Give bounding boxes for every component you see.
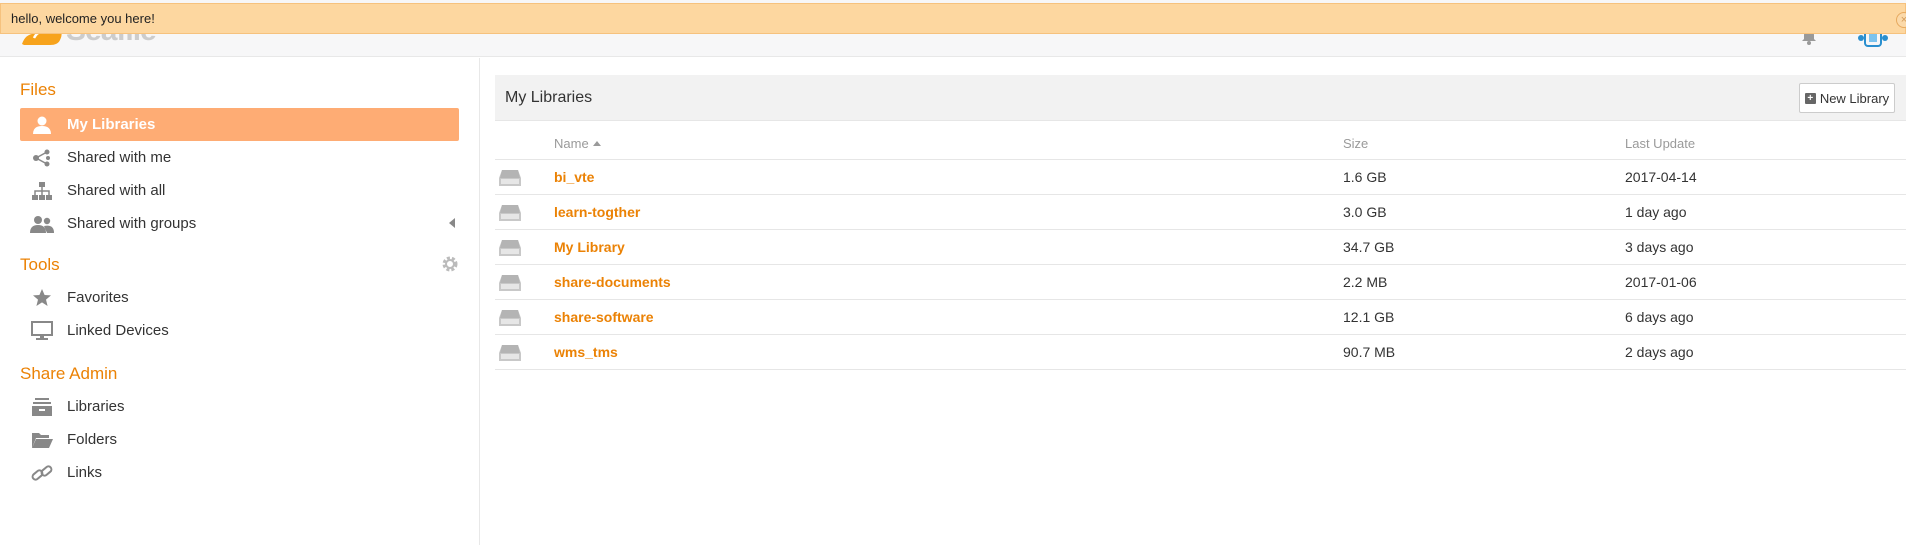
library-icon	[499, 205, 521, 221]
sidebar-item-links[interactable]: Links	[20, 456, 459, 489]
library-size: 2.2 MB	[1343, 274, 1388, 290]
library-icon	[499, 240, 521, 256]
library-name-link[interactable]: My Library	[554, 239, 625, 255]
table-row[interactable]: wms_tms 90.7 MB 2 days ago	[495, 335, 1906, 370]
sidebar-item-label: Libraries	[67, 398, 125, 415]
monitor-icon	[28, 320, 56, 342]
sidebar-item-label: My Libraries	[67, 116, 156, 133]
library-icon	[499, 310, 521, 326]
sidebar: Files My Libraries Shared with me Shared…	[0, 58, 480, 545]
library-name-link[interactable]: bi_vte	[554, 169, 594, 185]
welcome-notice: hello, welcome you here! ×	[0, 3, 1906, 34]
table-row[interactable]: bi_vte 1.6 GB 2017-04-14	[495, 160, 1906, 195]
library-icon	[499, 275, 521, 291]
sort-ascending-icon	[592, 141, 601, 146]
library-last-update: 2017-01-06	[1625, 274, 1697, 290]
column-header-last-update: Last Update	[1625, 136, 1696, 151]
sidebar-item-label: Linked Devices	[67, 322, 169, 339]
library-icon	[499, 345, 521, 361]
sidebar-item-linked-devices[interactable]: Linked Devices	[20, 314, 459, 347]
sidebar-item-my-libraries[interactable]: My Libraries	[20, 108, 459, 141]
notice-text: hello, welcome you here!	[11, 11, 155, 26]
library-last-update: 6 days ago	[1625, 309, 1694, 325]
sidebar-heading-share-admin: Share Admin	[20, 364, 118, 383]
library-name-link[interactable]: share-documents	[554, 274, 671, 290]
sidebar-item-label: Shared with all	[67, 182, 166, 199]
sidebar-item-label: Shared with me	[67, 149, 172, 166]
star-icon	[28, 287, 56, 309]
library-last-update: 1 day ago	[1625, 204, 1687, 220]
library-size: 90.7 MB	[1343, 344, 1396, 360]
table-row[interactable]: share-documents 2.2 MB 2017-01-06	[495, 265, 1906, 300]
sidebar-item-libraries[interactable]: Libraries	[20, 390, 459, 423]
library-last-update: 3 days ago	[1625, 239, 1694, 255]
library-name-link[interactable]: wms_tms	[554, 344, 618, 360]
sidebar-item-shared-with-all[interactable]: Shared with all	[20, 174, 459, 207]
plus-icon: +	[1804, 92, 1816, 104]
gear-icon[interactable]	[441, 255, 459, 273]
link-icon	[28, 462, 56, 484]
share-icon	[28, 147, 56, 169]
sidebar-item-label: Folders	[67, 431, 118, 448]
sidebar-item-label: Links	[67, 464, 103, 481]
libraries-header: My Libraries + New Library	[495, 75, 1906, 121]
table-row[interactable]: My Library 34.7 GB 3 days ago	[495, 230, 1906, 265]
library-size: 3.0 GB	[1343, 204, 1387, 220]
caret-left-icon[interactable]	[449, 218, 455, 228]
page-title: My Libraries	[505, 89, 593, 106]
sidebar-item-folders[interactable]: Folders	[20, 423, 459, 456]
library-name-link[interactable]: learn-togther	[554, 204, 640, 220]
table-row[interactable]: share-software 12.1 GB 6 days ago	[495, 300, 1906, 335]
column-header-name[interactable]: Name	[554, 136, 601, 151]
folder-open-icon	[28, 429, 56, 451]
sidebar-item-shared-with-me[interactable]: Shared with me	[20, 141, 459, 174]
close-icon[interactable]: ×	[1896, 12, 1906, 28]
library-stack-icon	[28, 396, 56, 418]
library-last-update: 2 days ago	[1625, 344, 1694, 360]
table-row[interactable]: learn-togther 3.0 GB 1 day ago	[495, 195, 1906, 230]
library-size: 34.7 GB	[1343, 239, 1395, 255]
sidebar-heading-files: Files	[20, 80, 56, 99]
library-size: 12.1 GB	[1343, 309, 1395, 325]
org-tree-icon	[28, 180, 56, 202]
sidebar-item-label: Shared with groups	[67, 215, 197, 232]
library-name-link[interactable]: share-software	[554, 309, 654, 325]
sidebar-item-favorites[interactable]: Favorites	[20, 281, 459, 314]
group-icon	[28, 213, 56, 235]
library-last-update: 2017-04-14	[1625, 169, 1697, 185]
new-library-button[interactable]: + New Library	[1799, 83, 1895, 113]
sidebar-item-shared-with-groups[interactable]: Shared with groups	[20, 207, 459, 240]
sidebar-item-label: Favorites	[67, 289, 129, 306]
library-size: 1.6 GB	[1343, 169, 1387, 185]
new-library-label: New Library	[1819, 90, 1890, 106]
column-header-size: Size	[1343, 136, 1369, 151]
sidebar-heading-tools: Tools	[20, 255, 60, 274]
user-icon	[28, 114, 56, 136]
library-icon	[499, 170, 521, 186]
